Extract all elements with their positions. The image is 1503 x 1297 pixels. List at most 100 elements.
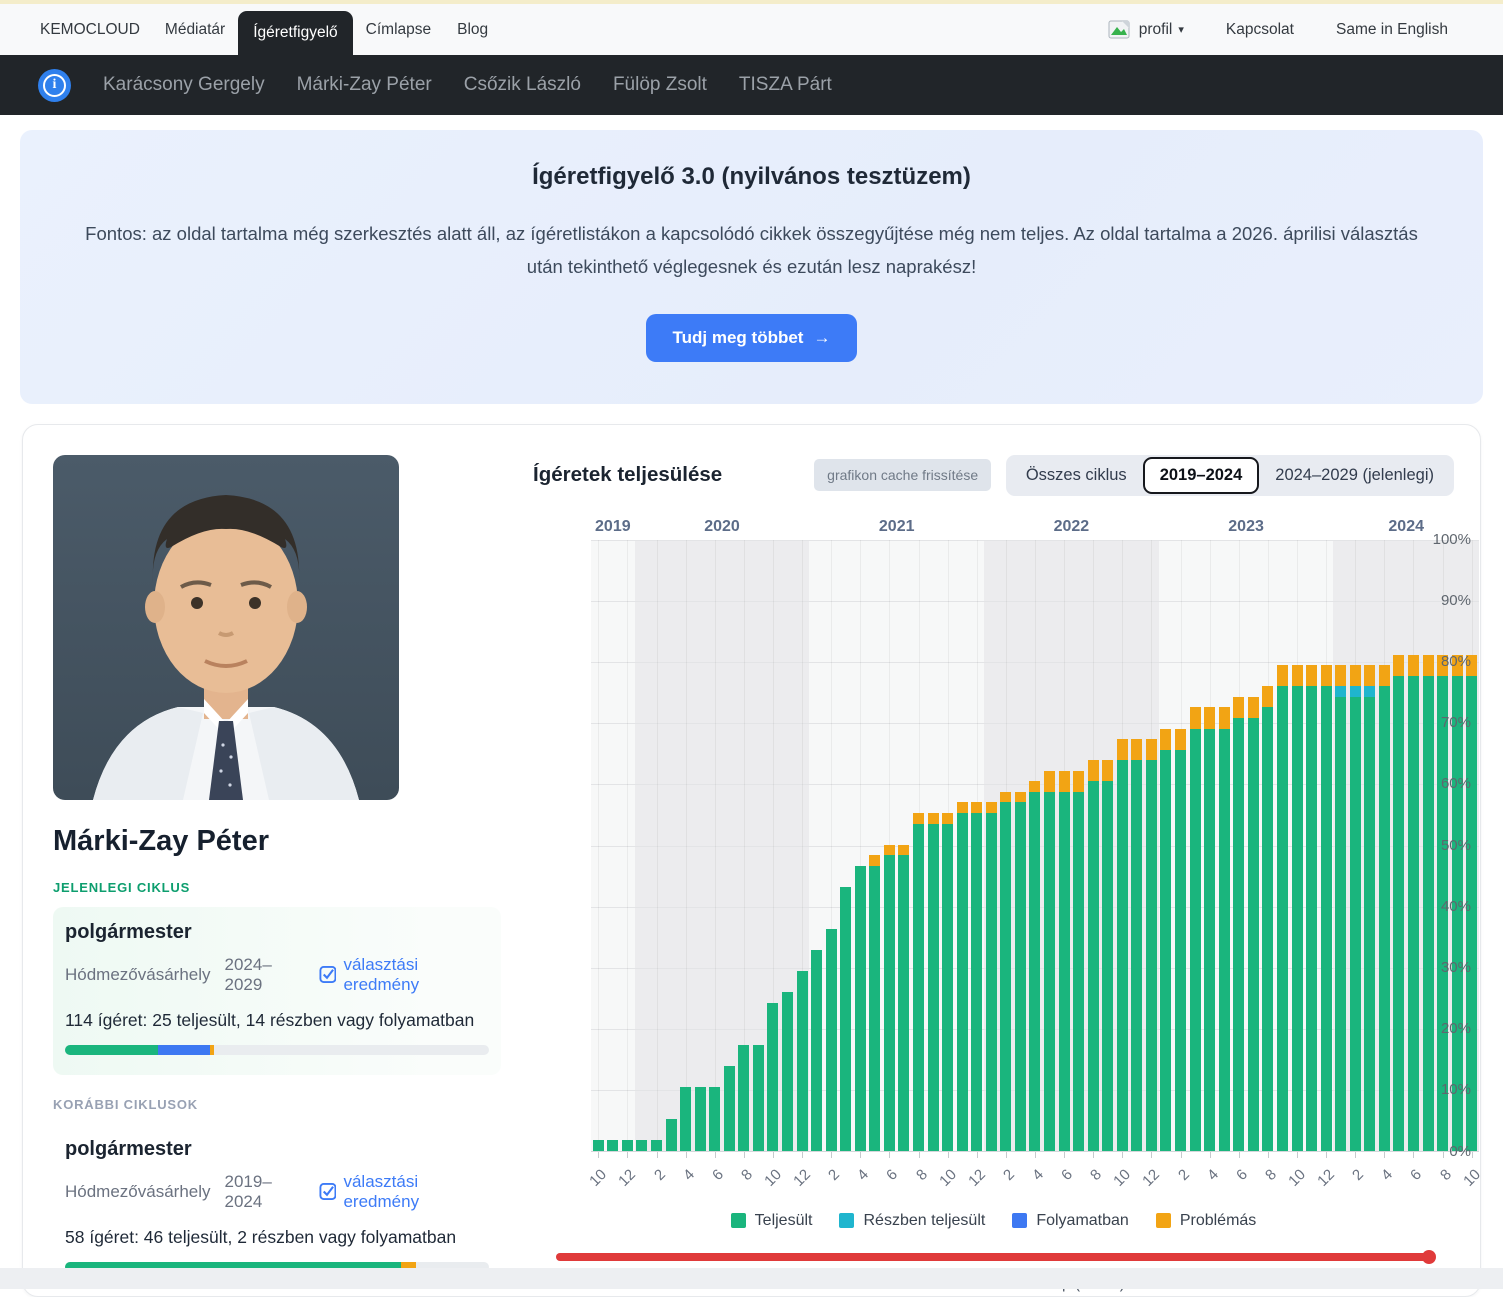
chart-bar[interactable]	[1393, 655, 1404, 1151]
chart-bar[interactable]	[884, 845, 895, 1151]
time-slider-fill	[556, 1253, 1432, 1261]
chart-bar[interactable]	[1000, 792, 1011, 1151]
chart-bar[interactable]	[1059, 771, 1070, 1151]
chart-bar[interactable]	[1262, 686, 1273, 1150]
chart-bar[interactable]	[1073, 771, 1084, 1151]
brand-kemocloud[interactable]: KEMOCLOUD	[40, 4, 152, 55]
chart-bar[interactable]	[1379, 665, 1390, 1150]
year-label-2021: 2021	[809, 518, 984, 536]
legend-label: Teljesült	[755, 1212, 813, 1230]
chart-bar[interactable]	[709, 1087, 720, 1150]
chart-bar[interactable]	[1029, 781, 1040, 1150]
chart-bar[interactable]	[913, 813, 924, 1151]
chart-bar[interactable]	[767, 1003, 778, 1151]
topnav-kapcsolat[interactable]: Kapcsolat	[1205, 21, 1315, 39]
election-result-link[interactable]: választási eredmény	[319, 1172, 489, 1212]
chart-bar[interactable]	[695, 1087, 706, 1150]
legend-swatch-teljesult	[731, 1213, 746, 1228]
topnav-cimlapse[interactable]: Címlapse	[353, 4, 444, 55]
chart-bar[interactable]	[971, 802, 982, 1150]
chart-bar[interactable]	[1408, 655, 1419, 1151]
chart-bar[interactable]	[1364, 665, 1375, 1150]
chart-bar[interactable]	[1015, 792, 1026, 1151]
profile-dropdown[interactable]: profil ▾	[1087, 20, 1205, 39]
election-result-link[interactable]: választási eredmény	[319, 955, 489, 995]
chart-bar[interactable]	[942, 813, 953, 1151]
tab-2024-2029[interactable]: 2024–2029 (jelenlegi)	[1261, 460, 1448, 491]
chart-bar[interactable]	[1219, 707, 1230, 1150]
time-slider-handle[interactable]	[1422, 1250, 1436, 1264]
year-label-2023: 2023	[1159, 518, 1334, 536]
chart-bar[interactable]	[928, 813, 939, 1151]
chart-bar[interactable]	[840, 887, 851, 1151]
chart-bar[interactable]	[593, 1140, 604, 1151]
politician-name: Márki-Zay Péter	[53, 825, 501, 858]
topnav-english[interactable]: Same in English	[1315, 21, 1469, 39]
chart-bar[interactable]	[1292, 665, 1303, 1150]
chart-bar[interactable]	[753, 1045, 764, 1151]
y-tick-label: 30%	[1423, 959, 1471, 976]
legend-folyamatban: Folyamatban	[1012, 1212, 1129, 1230]
chart-bar[interactable]	[622, 1140, 633, 1151]
time-slider[interactable]	[556, 1250, 1432, 1264]
chart-bar[interactable]	[1233, 697, 1244, 1151]
chart-bar[interactable]	[1248, 697, 1259, 1151]
chart-bar[interactable]	[797, 971, 808, 1150]
chart-bar[interactable]	[1146, 739, 1157, 1150]
chart-bar[interactable]	[1350, 665, 1361, 1150]
chart-bar[interactable]	[1306, 665, 1317, 1150]
chart-bar[interactable]	[869, 855, 880, 1150]
y-tick-label: 0%	[1423, 1143, 1471, 1160]
chart-bar[interactable]	[1277, 665, 1288, 1150]
chart-bar[interactable]	[855, 866, 866, 1151]
chart-bar[interactable]	[811, 950, 822, 1151]
chart-plot	[591, 540, 1479, 1152]
legend-problemas: Problémás	[1156, 1212, 1256, 1230]
tab-all-cycles[interactable]: Összes ciklus	[1012, 460, 1141, 491]
chart-bar[interactable]	[1102, 760, 1113, 1150]
topnav-mediatar[interactable]: Médiatár	[152, 4, 238, 55]
chart-bar[interactable]	[1204, 707, 1215, 1150]
chart-bar[interactable]	[782, 992, 793, 1150]
chart-bar[interactable]	[1321, 665, 1332, 1150]
y-tick-label: 50%	[1423, 837, 1471, 854]
year-label-2020: 2020	[635, 518, 810, 536]
chart-bar[interactable]	[1088, 760, 1099, 1150]
chart-bar[interactable]	[651, 1140, 662, 1151]
legend-reszben: Részben teljesült	[839, 1212, 985, 1230]
year-label-2019: 2019	[591, 518, 635, 536]
progress-folyamatban	[158, 1045, 210, 1055]
chart-bar[interactable]	[724, 1066, 735, 1150]
chart-bar[interactable]	[898, 845, 909, 1151]
chart-title: Ígéretek teljesülése	[533, 463, 722, 487]
subnav-marki-zay[interactable]: Márki-Zay Péter	[281, 74, 448, 96]
chart-bar[interactable]	[738, 1045, 749, 1151]
subnav-karacsony[interactable]: Karácsony Gergely	[87, 74, 281, 96]
chart-bar[interactable]	[1044, 771, 1055, 1151]
chart-bar[interactable]	[1117, 739, 1128, 1150]
refresh-cache-button[interactable]: grafikon cache frissítése	[814, 459, 991, 491]
info-icon[interactable]: i	[38, 69, 71, 102]
chart-bar[interactable]	[1190, 707, 1201, 1150]
chart-bar[interactable]	[986, 802, 997, 1150]
subnav-tisza[interactable]: TISZA Párt	[723, 74, 848, 96]
chart-bar[interactable]	[680, 1087, 691, 1150]
tab-2019-2024[interactable]: 2019–2024	[1143, 457, 1260, 494]
learn-more-button[interactable]: Tudj meg többet →	[646, 314, 858, 362]
chart-bar[interactable]	[1175, 729, 1186, 1151]
topnav-blog[interactable]: Blog	[444, 4, 501, 55]
legend-label: Részben teljesült	[863, 1212, 985, 1230]
chart-bar[interactable]	[826, 929, 837, 1151]
chart-bar[interactable]	[666, 1119, 677, 1151]
chart-bar[interactable]	[607, 1140, 618, 1151]
topnav-igeretfigyelo[interactable]: Ígéretfigyelő	[238, 11, 352, 55]
election-result-label: választási eredmény	[343, 955, 489, 995]
subnav-fulop[interactable]: Fülöp Zsolt	[597, 74, 723, 96]
chart-bar[interactable]	[957, 802, 968, 1150]
chart-bar[interactable]	[1131, 739, 1142, 1150]
subnav-csozik[interactable]: Csőzik László	[448, 74, 597, 96]
legend-swatch-problemas	[1156, 1213, 1171, 1228]
chart-bar[interactable]	[1160, 729, 1171, 1151]
chart-bar[interactable]	[1335, 665, 1346, 1150]
chart-bar[interactable]	[636, 1140, 647, 1151]
